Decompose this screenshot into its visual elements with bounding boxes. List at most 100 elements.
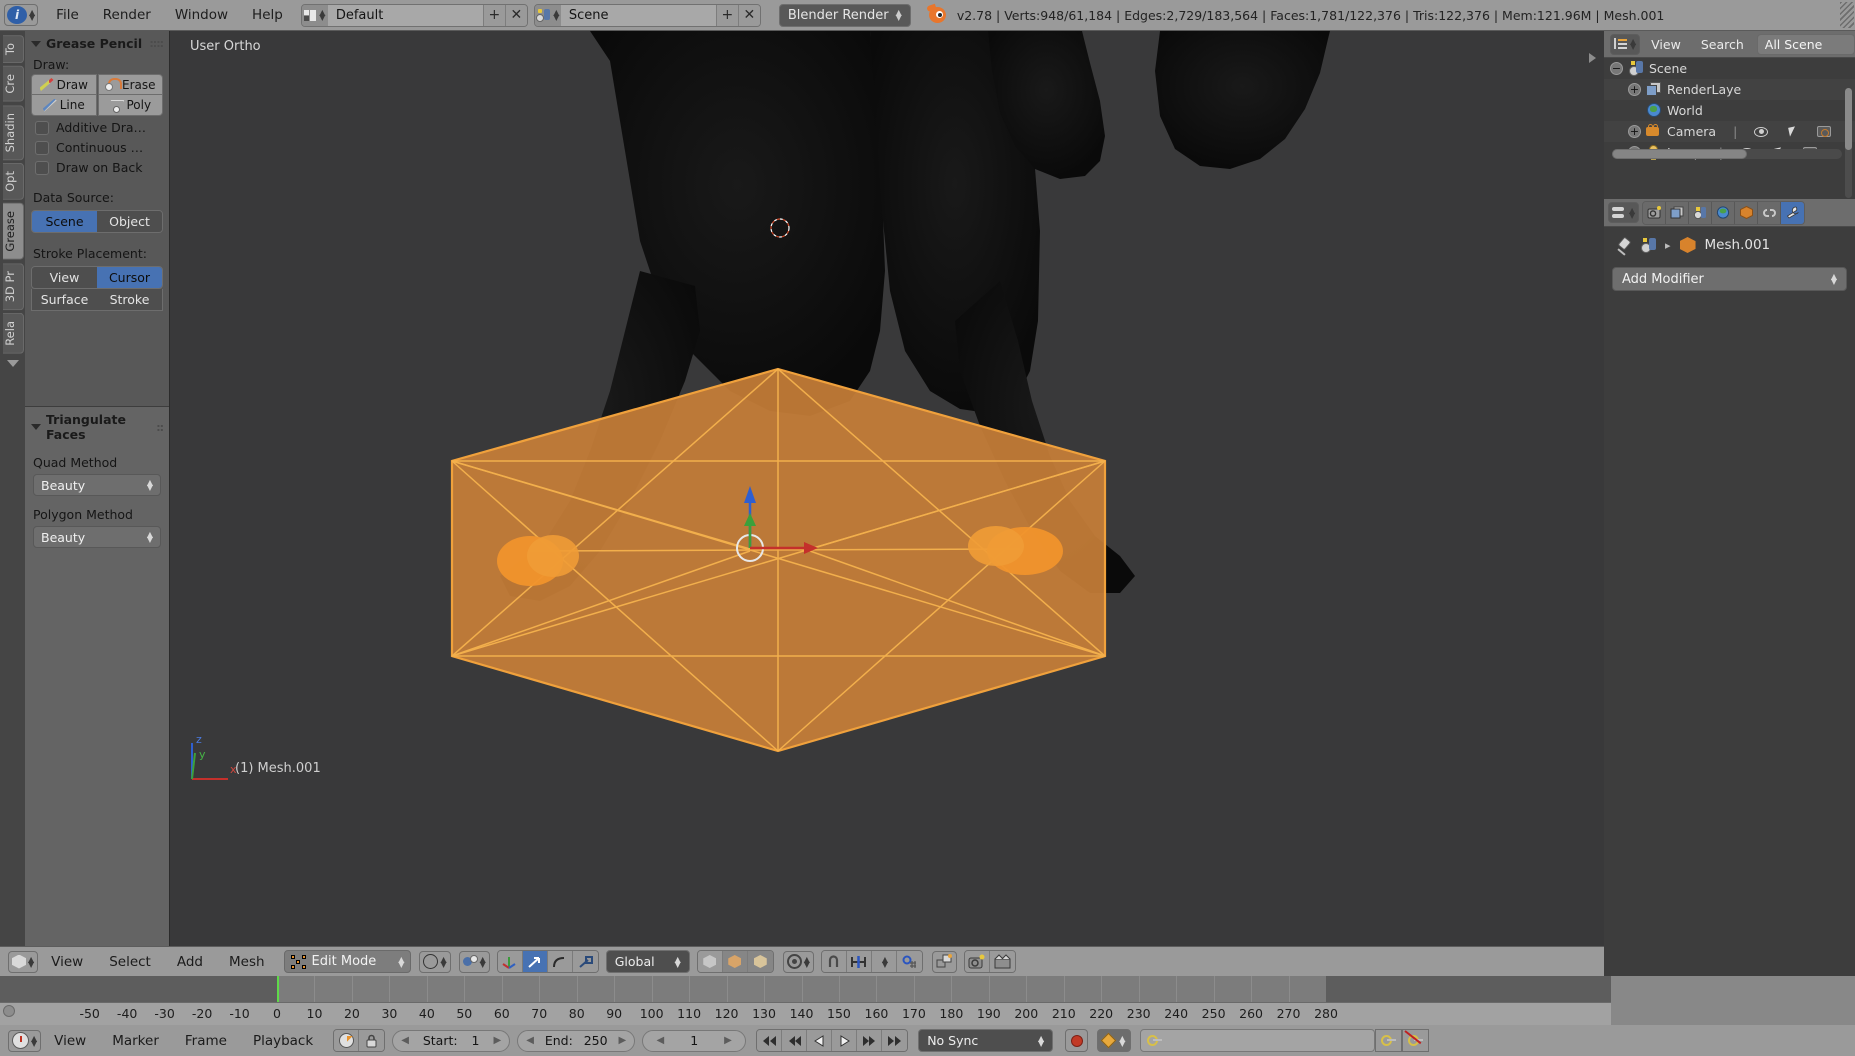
expand-icon[interactable]: + xyxy=(1628,83,1641,96)
editor-type-selector-info[interactable]: i ▲ ▼ xyxy=(4,4,39,26)
proportional-editing-selector[interactable] xyxy=(896,951,922,972)
scene-object-mode-toggle[interactable]: ▲ ▼ xyxy=(458,950,490,973)
data-source-object-button[interactable]: Object xyxy=(97,211,162,232)
checkbox-icon[interactable] xyxy=(35,160,49,175)
play-button[interactable] xyxy=(832,1030,858,1051)
tab-relations[interactable]: Rela xyxy=(3,312,24,354)
translate-manipulator-button[interactable] xyxy=(522,951,548,972)
outliner-horizontal-scrollbar[interactable] xyxy=(1612,149,1842,159)
visibility-eye-icon[interactable] xyxy=(1754,126,1769,137)
3d-viewport[interactable]: z y x User Ortho (1) Mesh.001 xyxy=(170,31,1604,946)
quad-method-dropdown[interactable]: Beauty ▲ ▼ xyxy=(33,474,161,496)
stroke-placement-view-button[interactable]: View xyxy=(32,267,97,288)
tab-create[interactable]: Cre xyxy=(3,66,24,102)
scale-manipulator-button[interactable] xyxy=(572,951,598,972)
delete-screen-layout-button[interactable]: ✕ xyxy=(504,4,527,26)
viewport-menu-view[interactable]: View xyxy=(38,954,96,970)
editor-type-selector-timeline[interactable]: ▲ ▼ xyxy=(8,1029,42,1052)
outliner-display-mode[interactable]: All Scene xyxy=(1756,33,1855,55)
chevron-down-icon[interactable] xyxy=(6,359,19,367)
panel-drag-handle-icon[interactable]: :::: xyxy=(149,37,164,50)
jump-to-next-keyframe-button[interactable] xyxy=(857,1030,883,1051)
add-screen-layout-button[interactable]: + xyxy=(482,4,505,26)
snap-toggle-button[interactable] xyxy=(821,951,847,972)
menu-help[interactable]: Help xyxy=(240,7,295,23)
panel-drag-handle-icon[interactable]: :: xyxy=(156,421,164,434)
jump-to-start-button[interactable] xyxy=(757,1030,783,1051)
tab-tools[interactable]: To xyxy=(3,35,24,64)
editor-type-selector-properties[interactable]: ▲ ▼ xyxy=(1608,202,1640,223)
edge-select-mode-button[interactable] xyxy=(722,951,748,972)
viewport-menu-add[interactable]: Add xyxy=(164,954,216,970)
data-source-scene-button[interactable]: Scene xyxy=(32,211,97,232)
snap-chevron[interactable]: ▲ ▼ xyxy=(871,951,897,972)
toolshelf-expand-arrow-icon[interactable] xyxy=(1589,53,1596,63)
current-frame-field[interactable]: ◀ 1 ▶ xyxy=(642,1029,747,1052)
checkbox-icon[interactable] xyxy=(35,120,49,135)
interaction-mode-selector[interactable]: Edit Mode ▲ ▼ xyxy=(283,950,412,973)
timeline-menu-marker[interactable]: Marker xyxy=(99,1033,172,1049)
jump-to-end-button[interactable] xyxy=(882,1030,908,1051)
gp-line-button[interactable]: Line xyxy=(31,95,97,116)
timeline-scroll-knob[interactable] xyxy=(3,1005,15,1017)
gp-draw-button[interactable]: Draw xyxy=(31,74,97,95)
tab-options[interactable]: Opt xyxy=(3,163,24,200)
window-resize-grip[interactable] xyxy=(1840,2,1854,28)
transform-orientation-selector[interactable]: Global ▲ ▼ xyxy=(605,950,690,973)
properties-tab-world[interactable] xyxy=(1712,201,1736,224)
polygon-method-dropdown[interactable]: Beauty ▲ ▼ xyxy=(33,526,161,548)
increment-icon[interactable]: ▶ xyxy=(724,1035,732,1046)
checkbox-draw-on-back[interactable]: Draw on Back xyxy=(25,156,169,176)
render-animation-button[interactable] xyxy=(989,951,1015,972)
editor-type-selector-outliner[interactable]: ▲ ▼ xyxy=(1610,33,1641,55)
render-engine-selector[interactable]: Blender Render ▲ ▼ xyxy=(778,3,911,27)
checkbox-continuous-drawing[interactable]: Continuous … xyxy=(25,136,169,156)
scene-selector[interactable]: ▲ ▼ Scene + ✕ xyxy=(533,3,761,27)
delete-scene-button[interactable]: ✕ xyxy=(737,4,760,26)
grease-pencil-panel-header[interactable]: Grease Pencil :::: xyxy=(25,31,169,54)
jump-to-previous-keyframe-button[interactable] xyxy=(782,1030,808,1051)
menu-render[interactable]: Render xyxy=(91,7,163,23)
viewport-menu-select[interactable]: Select xyxy=(96,954,164,970)
snap-element-selector[interactable] xyxy=(846,951,872,972)
decrement-icon[interactable]: ◀ xyxy=(401,1035,409,1046)
gp-erase-button[interactable]: Erase xyxy=(97,74,163,95)
selectable-cursor-icon[interactable] xyxy=(1788,126,1798,137)
outliner-row-scene[interactable]: − Scene xyxy=(1604,58,1855,79)
outliner-menu-search[interactable]: Search xyxy=(1692,37,1753,52)
sync-mode-selector[interactable]: No Sync ▲ ▼ xyxy=(918,1029,1054,1052)
decrement-icon[interactable]: ◀ xyxy=(657,1035,665,1046)
operator-panel-header[interactable]: Triangulate Faces :: xyxy=(25,407,169,445)
checkbox-additive-draw[interactable]: Additive Dra… xyxy=(25,116,169,136)
tab-3d-print[interactable]: 3D Pr xyxy=(3,262,24,310)
add-modifier-button[interactable]: Add Modifier ▲ ▼ xyxy=(1612,267,1847,291)
outliner-row-renderlayers[interactable]: + RenderLaye xyxy=(1604,79,1855,100)
viewport-shading-selector[interactable]: ▲ ▼ xyxy=(419,950,451,973)
frame-start-field[interactable]: ◀ Start: 1 ▶ xyxy=(392,1029,511,1052)
face-select-mode-button[interactable] xyxy=(747,951,773,972)
stroke-placement-cursor-button[interactable]: Cursor xyxy=(97,267,162,288)
properties-tab-modifiers[interactable] xyxy=(1781,201,1805,224)
keying-set-type-selector[interactable]: ▲ ▼ xyxy=(1097,1029,1132,1052)
checkbox-icon[interactable] xyxy=(35,140,49,155)
auto-keyframe-button[interactable] xyxy=(1065,1029,1089,1052)
increment-icon[interactable]: ▶ xyxy=(618,1035,626,1046)
pin-icon[interactable] xyxy=(1616,238,1631,253)
outliner-menu-view[interactable]: View xyxy=(1642,37,1690,52)
rotate-manipulator-button[interactable] xyxy=(547,951,573,972)
render-image-button[interactable] xyxy=(964,951,990,972)
outliner-row-camera[interactable]: + Camera | xyxy=(1604,121,1855,142)
add-scene-button[interactable]: + xyxy=(715,4,738,26)
screen-layout-selector[interactable]: ▲ ▼ Default + ✕ xyxy=(300,3,528,27)
stroke-placement-stroke-button[interactable]: Stroke xyxy=(97,289,162,310)
renderability-camera-icon[interactable] xyxy=(1817,126,1832,137)
tab-grease-pencil[interactable]: Grease xyxy=(3,203,24,260)
menu-file[interactable]: File xyxy=(44,7,91,23)
tab-shading[interactable]: Shadin xyxy=(3,104,24,161)
timeline-menu-view[interactable]: View xyxy=(41,1033,99,1049)
expand-icon[interactable]: + xyxy=(1628,125,1641,138)
properties-tab-renderlayers[interactable] xyxy=(1666,201,1690,224)
collapse-icon[interactable]: − xyxy=(1610,62,1623,75)
timeline-ruler[interactable]: -50 -40 -30 -20 -10 0 10 20 30 40 50 60 70 80 90 100 110… xyxy=(0,1002,1611,1025)
timeline-menu-playback[interactable]: Playback xyxy=(240,1033,326,1049)
